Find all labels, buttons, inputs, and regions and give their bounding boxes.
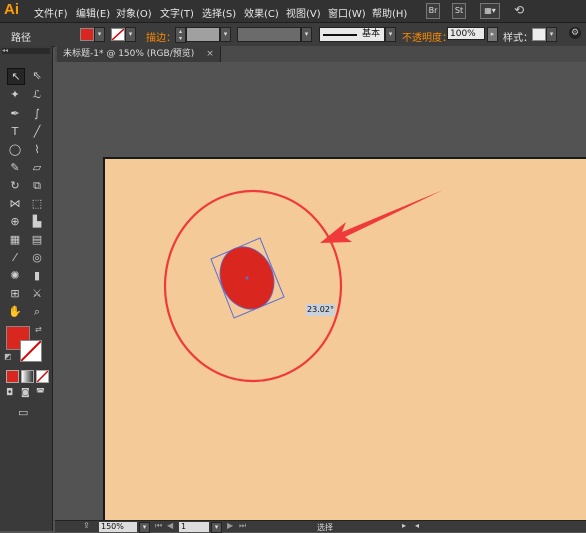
scroll-left-icon[interactable]: ◂ xyxy=(415,521,419,530)
rotation-tooltip: 23.02° xyxy=(306,304,335,316)
artwork-layer xyxy=(163,189,443,383)
previous-artboard-icon[interactable]: ◀ xyxy=(167,521,173,530)
annotation-arrow-icon xyxy=(320,190,443,243)
status-menu-icon[interactable]: ▸ xyxy=(402,521,406,530)
first-artboard-icon[interactable]: ⏮ xyxy=(155,521,162,531)
zoom-dropdown[interactable]: ▾ xyxy=(139,522,150,533)
share-icon[interactable]: ⇪ xyxy=(83,521,90,530)
center-point xyxy=(245,276,249,280)
next-artboard-icon[interactable]: ▶ xyxy=(227,521,233,530)
artboard-dropdown[interactable]: ▾ xyxy=(211,522,222,533)
current-tool-label: 选择 xyxy=(317,523,333,532)
last-artboard-icon[interactable]: ⏭ xyxy=(239,521,246,531)
status-bar: ⇪ 150% ▾ ⏮ ◀ 1 ▾ ▶ ⏭ 选择 ▸ ◂ xyxy=(55,520,586,533)
